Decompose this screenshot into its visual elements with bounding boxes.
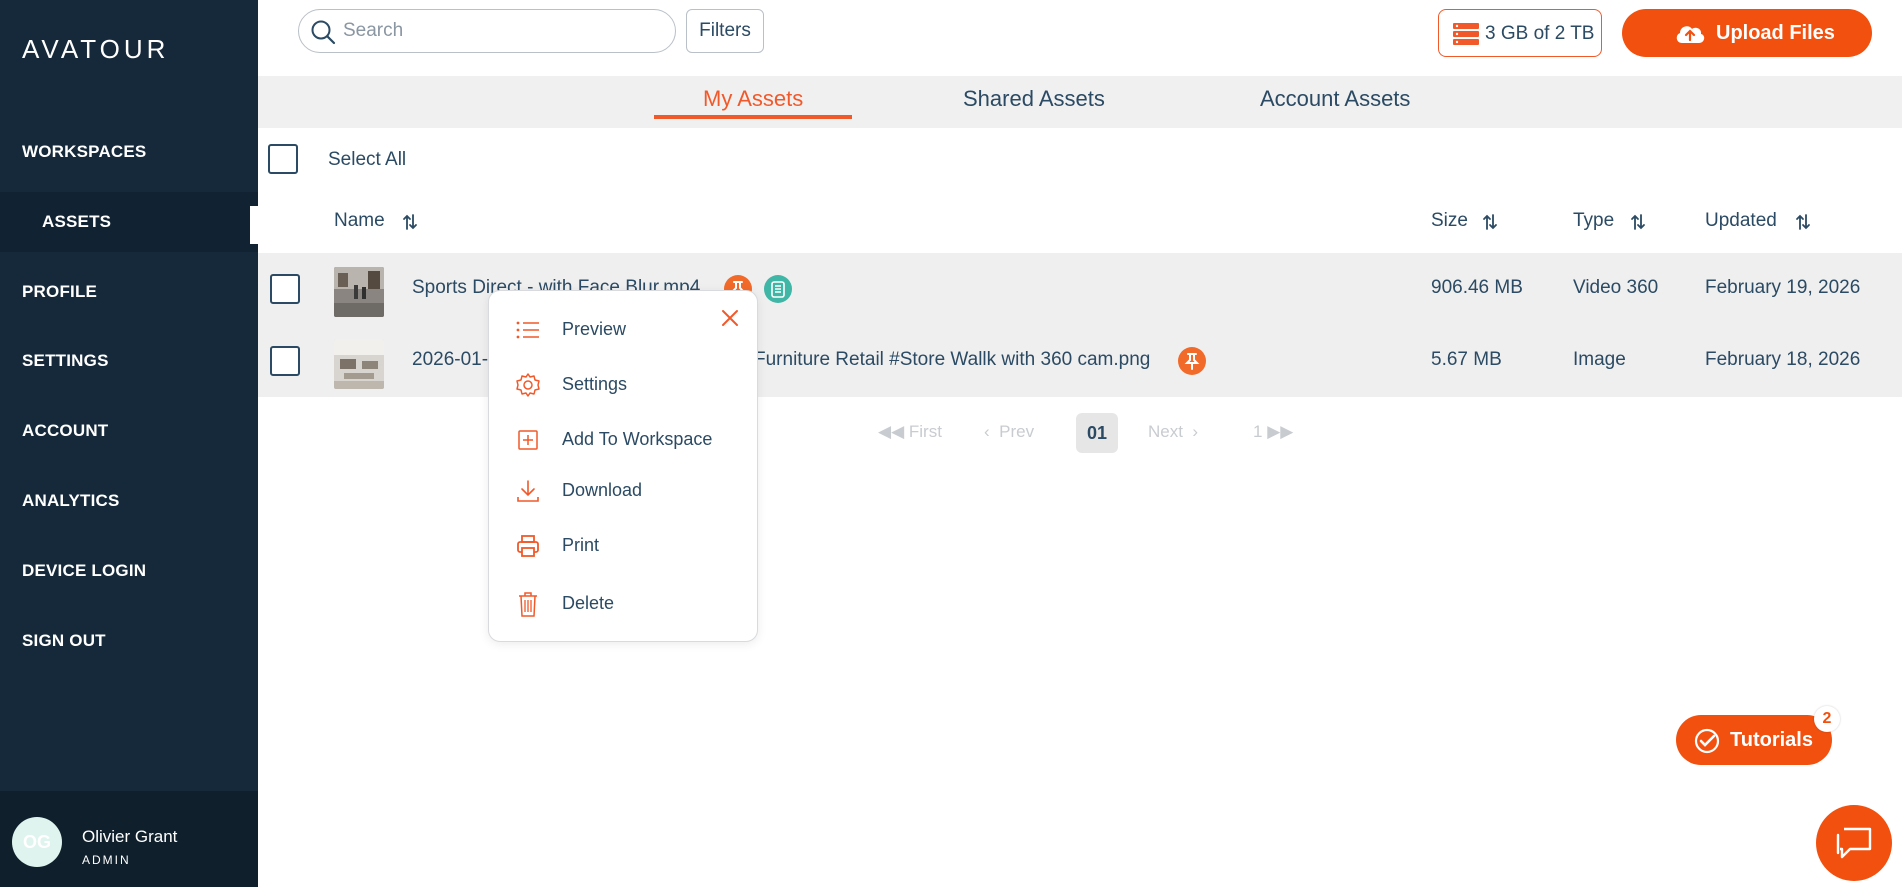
pagination-first[interactable]: ◀◀ First xyxy=(878,422,942,442)
gear-icon xyxy=(516,373,540,397)
sidebar-item-assets[interactable]: ASSETS xyxy=(0,192,258,252)
sidebar-item-device-login[interactable]: DEVICE LOGIN xyxy=(0,541,258,601)
pagination-current-page[interactable]: 01 xyxy=(1076,413,1118,453)
asset-updated: February 18, 2026 xyxy=(1705,349,1861,370)
chevron-right-icon: › xyxy=(1192,422,1199,441)
menu-item-download[interactable]: Download xyxy=(489,468,759,512)
trash-icon xyxy=(519,592,537,617)
row-checkbox[interactable] xyxy=(270,346,300,376)
asset-name-start[interactable]: 2026-01- xyxy=(412,349,488,371)
row-checkbox[interactable] xyxy=(270,274,300,304)
tutorials-button[interactable]: Tutorials xyxy=(1676,715,1832,765)
asset-tabs: My Assets Shared Assets Account Assets xyxy=(258,76,1902,128)
asset-context-menu: Preview Settings Add To Workspace Downlo… xyxy=(488,290,758,642)
asset-thumbnail[interactable] xyxy=(334,267,384,317)
sidebar-item-account[interactable]: ACCOUNT xyxy=(0,401,258,461)
select-all-checkbox[interactable] xyxy=(268,144,298,174)
sort-icon[interactable] xyxy=(1482,212,1498,232)
sort-icon[interactable] xyxy=(1630,212,1646,232)
search-icon xyxy=(311,20,336,45)
asset-type: Video 360 xyxy=(1573,277,1659,298)
tab-shared-assets[interactable]: Shared Assets xyxy=(963,86,1105,112)
storage-icon xyxy=(1453,23,1479,45)
menu-item-settings[interactable]: Settings xyxy=(489,362,759,406)
sidebar-item-settings[interactable]: SETTINGS xyxy=(0,331,258,391)
sidebar-item-workspaces[interactable]: WORKSPACES xyxy=(0,122,258,182)
sidebar-item-analytics[interactable]: ANALYTICS xyxy=(0,471,258,531)
list-icon xyxy=(516,321,539,339)
search-input[interactable] xyxy=(343,18,663,44)
menu-item-add-to-workspace[interactable]: Add To Workspace xyxy=(489,417,759,461)
sort-icon[interactable] xyxy=(402,212,418,232)
column-header-name[interactable]: Name xyxy=(334,210,385,232)
pin-icon[interactable] xyxy=(1178,347,1206,375)
printer-icon xyxy=(517,535,539,557)
avatar: OG xyxy=(12,817,62,867)
download-icon xyxy=(517,480,539,502)
upload-files-button[interactable]: Upload Files xyxy=(1622,9,1872,57)
pagination-prev[interactable]: ‹ Prev xyxy=(984,422,1034,442)
column-header-size[interactable]: Size xyxy=(1431,210,1468,232)
cloud-upload-icon xyxy=(1676,26,1705,43)
double-chevron-right-icon: ▶▶ xyxy=(1267,422,1294,441)
add-square-icon xyxy=(518,430,538,450)
sidebar-item-sign-out[interactable]: SIGN OUT xyxy=(0,611,258,671)
sort-icon[interactable] xyxy=(1795,212,1811,232)
asset-name-end[interactable]: Furniture Retail #Store Wallk with 360 c… xyxy=(754,349,1150,371)
check-circle-icon xyxy=(1694,728,1720,754)
user-role: ADMIN xyxy=(82,853,131,867)
asset-size: 906.46 MB xyxy=(1431,277,1523,298)
asset-updated: February 19, 2026 xyxy=(1705,277,1861,298)
sidebar: AVATOUR WORKSPACES ASSETS PROFILE SETTIN… xyxy=(0,0,258,887)
active-tab-indicator xyxy=(654,115,852,119)
asset-size: 5.67 MB xyxy=(1431,349,1502,370)
upload-files-label: Upload Files xyxy=(1716,22,1835,44)
storage-label: 3 GB of 2 TB xyxy=(1485,23,1595,44)
menu-item-delete[interactable]: Delete xyxy=(489,581,759,625)
sidebar-item-profile[interactable]: PROFILE xyxy=(0,262,258,322)
asset-type: Image xyxy=(1573,349,1626,370)
tab-my-assets[interactable]: My Assets xyxy=(703,86,803,112)
tab-account-assets[interactable]: Account Assets xyxy=(1260,86,1410,112)
pagination-next[interactable]: Next › xyxy=(1148,422,1198,442)
tutorials-badge: 2 xyxy=(1814,706,1840,732)
asset-thumbnail[interactable] xyxy=(334,339,384,389)
menu-item-preview[interactable]: Preview xyxy=(489,307,759,351)
chevron-left-icon: ‹ xyxy=(984,422,990,441)
document-icon[interactable] xyxy=(764,275,792,303)
menu-item-print[interactable]: Print xyxy=(489,523,759,567)
search-box xyxy=(298,9,676,53)
user-profile[interactable]: OG Olivier Grant ADMIN xyxy=(0,791,258,887)
avatour-logo[interactable]: AVATOUR xyxy=(22,34,169,65)
chat-icon xyxy=(1836,827,1872,859)
user-name: Olivier Grant xyxy=(82,827,178,846)
chat-button[interactable] xyxy=(1816,805,1892,881)
column-header-type[interactable]: Type xyxy=(1573,210,1614,232)
filters-button[interactable]: Filters xyxy=(686,9,764,53)
storage-indicator[interactable]: 3 GB of 2 TB xyxy=(1438,9,1602,57)
select-all-label[interactable]: Select All xyxy=(328,149,406,171)
column-header-updated[interactable]: Updated xyxy=(1705,210,1777,232)
pagination-last[interactable]: 1 ▶▶ xyxy=(1253,422,1293,442)
double-chevron-left-icon: ◀◀ xyxy=(878,422,905,441)
